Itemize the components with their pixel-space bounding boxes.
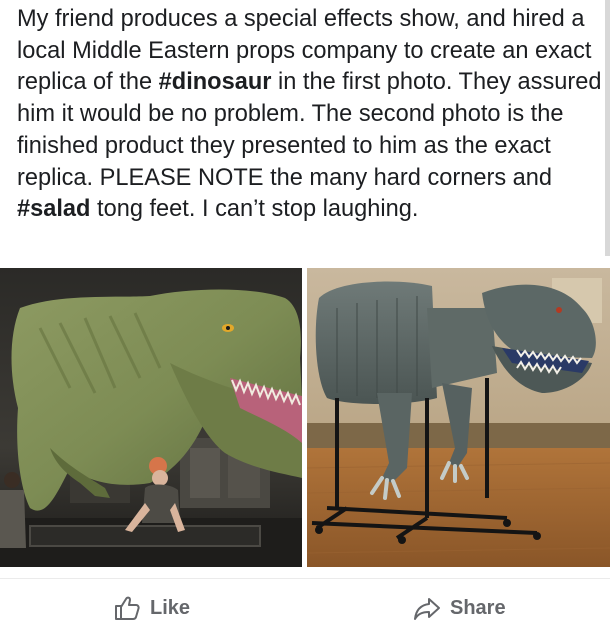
share-arrow-icon [412,593,442,623]
post-text-part: tong feet. I can’t stop laughing. [90,196,419,223]
like-label: Like [150,596,191,619]
share-button[interactable]: Share [412,591,506,625]
post-action-bar: Like Share [0,578,610,639]
original-dinosaur-image [0,268,302,567]
like-button[interactable]: Like [112,591,190,625]
replica-dinosaur-image [307,268,610,567]
hashtag-dinosaur[interactable]: #dinosaur [159,69,272,95]
thumbs-up-icon [112,593,142,623]
scrollbar[interactable] [605,0,610,256]
share-label: Share [450,596,506,619]
photo-replica-dinosaur[interactable] [307,268,610,567]
post-text: My friend produces a special effects sho… [17,4,603,226]
photo-original-dinosaur[interactable] [0,268,302,567]
hashtag-salad[interactable]: #salad [17,196,90,222]
